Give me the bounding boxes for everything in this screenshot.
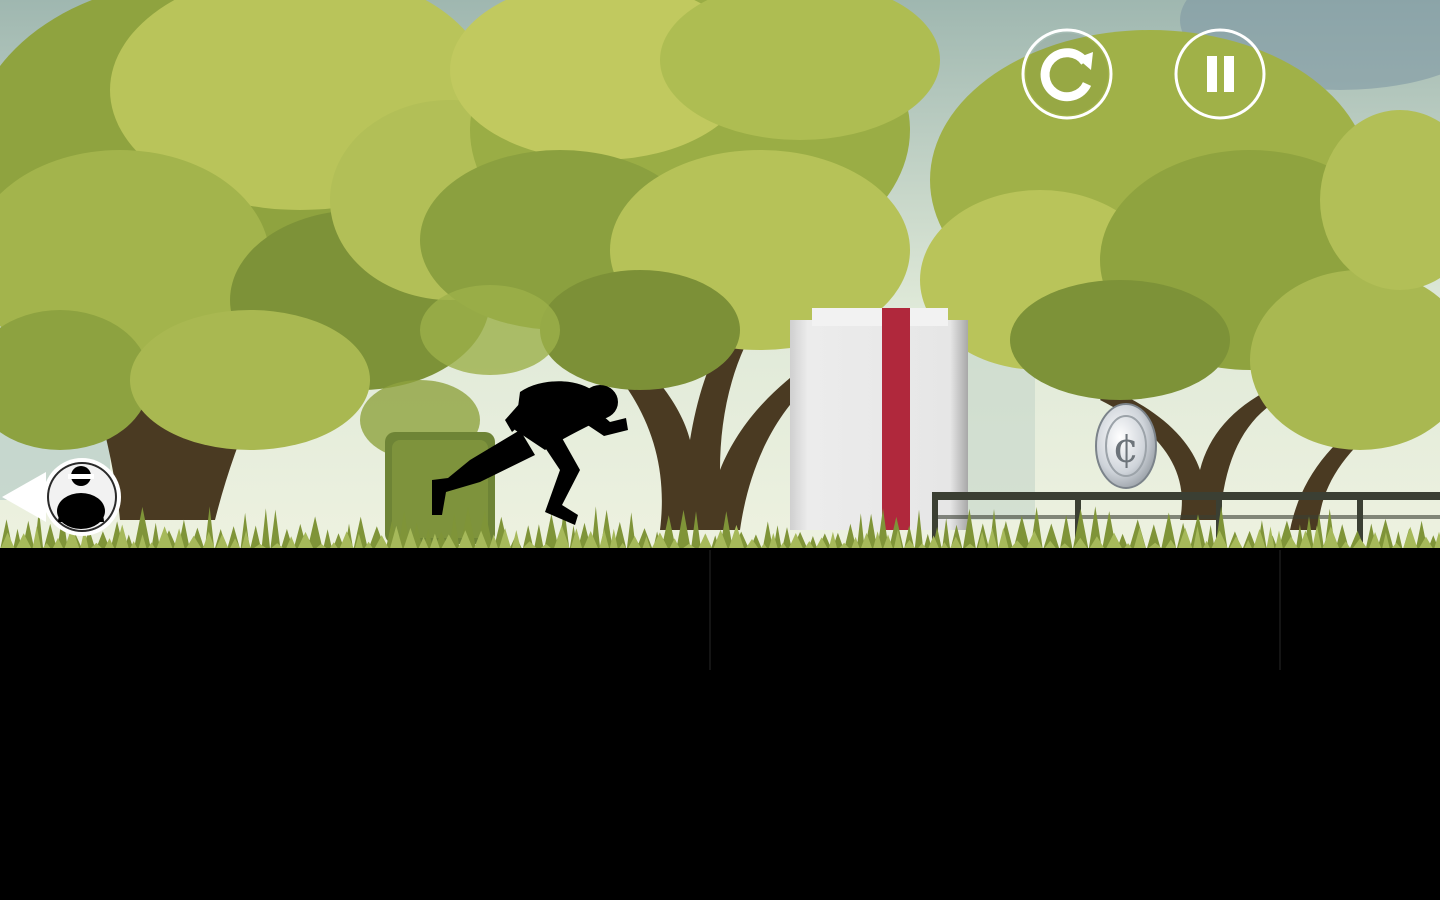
restart-icon	[1021, 28, 1113, 120]
pause-icon	[1174, 28, 1266, 120]
game-scene: ¢	[0, 0, 1440, 900]
pause-button[interactable]	[1174, 28, 1266, 120]
coin-symbol: ¢	[1113, 423, 1140, 472]
restart-button[interactable]	[1021, 28, 1113, 120]
pursuer-indicator-icon	[0, 456, 124, 540]
coin-icon: ¢	[1095, 403, 1157, 489]
game-stage[interactable]: ¢	[0, 0, 1440, 900]
ground	[0, 548, 1440, 900]
